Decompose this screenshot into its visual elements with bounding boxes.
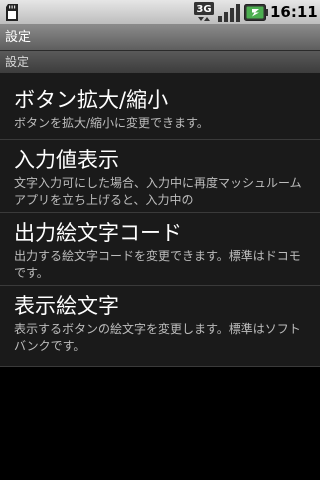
status-clock: 16:11 (270, 3, 318, 21)
battery-charging-icon (244, 4, 268, 21)
preference-input-display[interactable]: 入力値表示 文字入力可にした場合、入力中に再度マッシュルームアプリを立ち上げると… (0, 140, 320, 213)
preference-list: ボタン拡大/縮小 ボタンを拡大/縮小に変更できます。 入力値表示 文字入力可にし… (0, 73, 320, 367)
preference-title: 表示絵文字 (14, 294, 119, 318)
network-type-label: 3G (196, 4, 211, 15)
3g-data-icon: 3G (194, 2, 214, 21)
preference-button-zoom[interactable]: ボタン拡大/縮小 ボタンを拡大/縮小に変更できます。 (0, 73, 320, 140)
preference-title: 出力絵文字コード (14, 221, 182, 245)
status-bar: 3G 16:11 (0, 0, 320, 25)
title-bar: 設定 (0, 25, 320, 51)
preference-summary: 表示するボタンの絵文字を変更します。標準はソフトバンクです。 (14, 322, 301, 353)
category-label: 設定 (5, 55, 30, 69)
page-title: 設定 (5, 30, 32, 45)
sd-card-icon (6, 4, 18, 21)
preference-title: ボタン拡大/縮小 (14, 88, 169, 112)
preference-output-emoji-code[interactable]: 出力絵文字コード 出力する絵文字コードを変更できます。標準はドコモです。 (0, 213, 320, 286)
preference-summary: ボタンを拡大/縮小に変更できます。 (14, 116, 209, 130)
preference-display-emoji[interactable]: 表示絵文字 表示するボタンの絵文字を変更します。標準はソフトバンクです。 (0, 286, 320, 367)
signal-strength-icon (218, 4, 240, 22)
preference-summary: 出力する絵文字コードを変更できます。標準はドコモです。 (14, 249, 301, 280)
preference-title: 入力値表示 (14, 148, 119, 172)
category-header: 設定 (0, 51, 320, 73)
preference-summary: 文字入力可にした場合、入力中に再度マッシュルームアプリを立ち上げると、入力中の (14, 176, 302, 207)
